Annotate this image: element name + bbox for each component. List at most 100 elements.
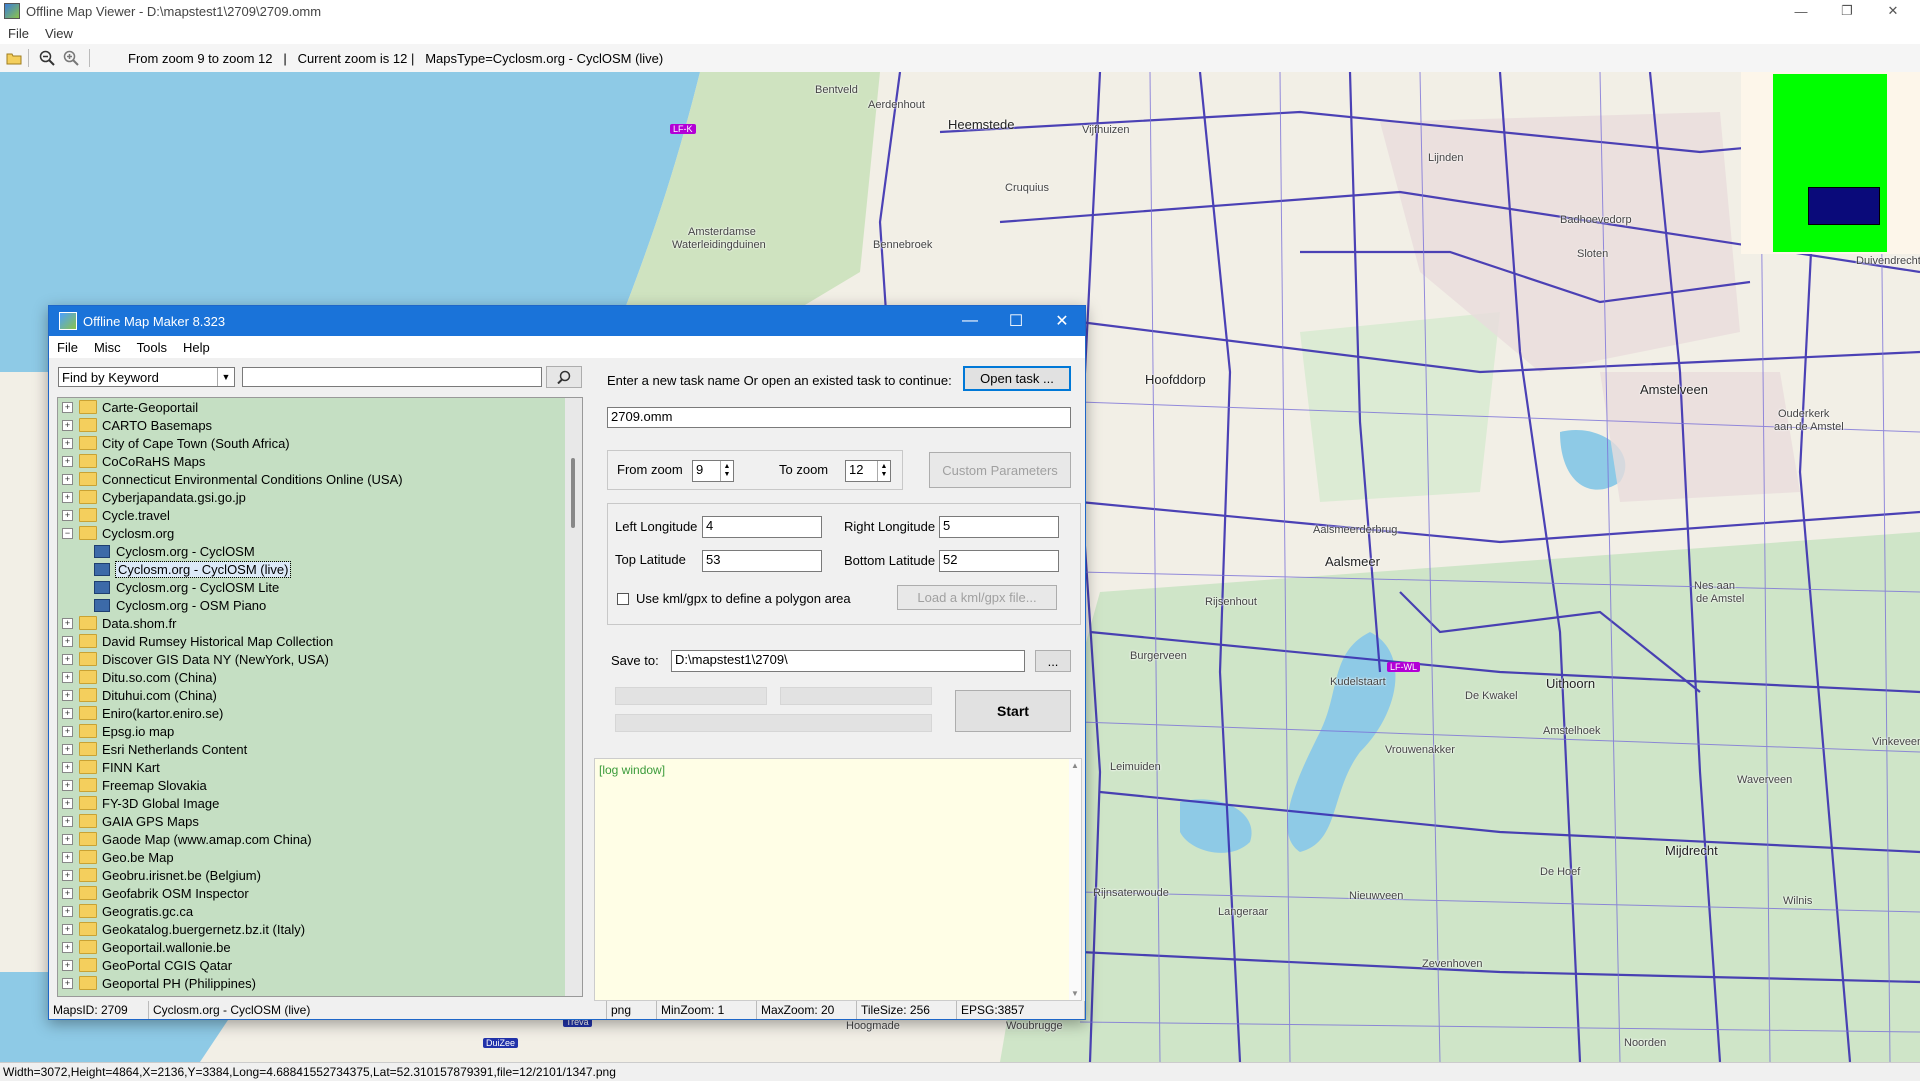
expand-icon[interactable]: +: [62, 455, 73, 467]
expand-icon[interactable]: +: [62, 815, 73, 827]
tree-scroll-thumb[interactable]: [571, 458, 575, 528]
tree-folder-item[interactable]: + Geofabrik OSM Inspector: [58, 884, 582, 902]
zoom-in-icon[interactable]: [61, 48, 81, 68]
expand-icon[interactable]: +: [62, 851, 73, 863]
top-latitude-input[interactable]: 53: [702, 550, 822, 572]
expand-icon[interactable]: +: [62, 977, 73, 989]
expand-icon[interactable]: +: [62, 923, 73, 935]
save-to-input[interactable]: D:\mapstest1\2709\: [671, 650, 1025, 672]
tree-folder-item[interactable]: + GeoPortal CGIS Qatar: [58, 956, 582, 974]
bottom-latitude-input[interactable]: 52: [939, 550, 1059, 572]
expand-icon[interactable]: +: [62, 887, 73, 899]
load-kml-button[interactable]: Load a kml/gpx file...: [897, 585, 1057, 610]
expand-icon[interactable]: +: [62, 671, 73, 683]
minimize-button[interactable]: —: [1778, 0, 1824, 22]
overview-viewport[interactable]: [1808, 187, 1880, 225]
left-longitude-input[interactable]: 4: [702, 516, 822, 538]
from-zoom-stepper[interactable]: 9 ▲ ▼: [692, 460, 734, 482]
expand-icon[interactable]: +: [62, 635, 73, 647]
tree-folder-item[interactable]: + Geogratis.gc.ca: [58, 902, 582, 920]
tree-folder-item[interactable]: + Data.shom.fr: [58, 614, 582, 632]
scroll-down-icon[interactable]: ▼: [1071, 989, 1079, 998]
right-longitude-input[interactable]: 5: [939, 516, 1059, 538]
expand-icon[interactable]: +: [62, 725, 73, 737]
tree-folder-item[interactable]: + Esri Netherlands Content: [58, 740, 582, 758]
tree-folder-item[interactable]: + CoCoRaHS Maps: [58, 452, 582, 470]
spin-arrows-icon[interactable]: ▲ ▼: [877, 461, 890, 481]
dialog-menu-file[interactable]: File: [49, 340, 86, 355]
dialog-menu-misc[interactable]: Misc: [86, 340, 129, 355]
expand-icon[interactable]: +: [62, 509, 73, 521]
tree-folder-item[interactable]: + CARTO Basemaps: [58, 416, 582, 434]
zoom-out-icon[interactable]: [37, 48, 57, 68]
overview-minimap[interactable]: [1741, 72, 1920, 254]
tree-folder-item[interactable]: + Geokatalog.buergernetz.bz.it (Italy): [58, 920, 582, 938]
expand-icon[interactable]: +: [62, 797, 73, 809]
expand-icon[interactable]: +: [62, 833, 73, 845]
task-name-input[interactable]: 2709.omm: [607, 407, 1071, 428]
tree-folder-item[interactable]: + GAIA GPS Maps: [58, 812, 582, 830]
tree-scrollbar[interactable]: [565, 398, 582, 996]
tree-folder-item[interactable]: + Freemap Slovakia: [58, 776, 582, 794]
tree-map-item[interactable]: Cyclosm.org - CyclOSM Lite: [58, 578, 582, 596]
tree-folder-item[interactable]: + FINN Kart: [58, 758, 582, 776]
expand-icon[interactable]: +: [62, 401, 73, 413]
tree-folder-item[interactable]: + Connecticut Environmental Conditions On…: [58, 470, 582, 488]
kml-polygon-checkbox[interactable]: [617, 593, 629, 605]
tree-folder-item[interactable]: − Cyclosm.org: [58, 524, 582, 542]
maximize-button[interactable]: ❐: [1824, 0, 1870, 22]
open-task-button[interactable]: Open task ...: [963, 366, 1071, 391]
log-scrollbar[interactable]: ▲ ▼: [1069, 759, 1081, 1000]
tree-folder-item[interactable]: + Carte-Geoportail: [58, 398, 582, 416]
expand-icon[interactable]: +: [62, 653, 73, 665]
expand-icon[interactable]: +: [62, 869, 73, 881]
expand-icon[interactable]: +: [62, 617, 73, 629]
dialog-close-button[interactable]: ✕: [1039, 306, 1085, 336]
open-folder-icon[interactable]: [4, 48, 24, 68]
expand-icon[interactable]: +: [62, 905, 73, 917]
expand-icon[interactable]: +: [62, 419, 73, 431]
collapse-icon[interactable]: −: [62, 527, 73, 539]
expand-icon[interactable]: +: [62, 707, 73, 719]
tree-folder-item[interactable]: + Geobru.irisnet.be (Belgium): [58, 866, 582, 884]
tree-folder-item[interactable]: + Discover GIS Data NY (NewYork, USA): [58, 650, 582, 668]
dialog-menu-help[interactable]: Help: [175, 340, 218, 355]
scroll-up-icon[interactable]: ▲: [1071, 761, 1079, 770]
spin-arrows-icon[interactable]: ▲ ▼: [720, 461, 733, 481]
tree-map-item[interactable]: Cyclosm.org - CyclOSM (live): [58, 560, 582, 578]
menu-file[interactable]: File: [0, 26, 37, 41]
expand-icon[interactable]: +: [62, 959, 73, 971]
tree-folder-item[interactable]: + Geoportal PH (Philippines): [58, 974, 582, 992]
dialog-maximize-button[interactable]: ☐: [993, 306, 1039, 336]
tree-folder-item[interactable]: + Eniro(kartor.eniro.se): [58, 704, 582, 722]
chevron-down-icon[interactable]: ▼: [217, 368, 234, 386]
tree-folder-item[interactable]: + Ditu.so.com (China): [58, 668, 582, 686]
expand-icon[interactable]: +: [62, 779, 73, 791]
custom-parameters-button[interactable]: Custom Parameters: [929, 452, 1071, 488]
expand-icon[interactable]: +: [62, 761, 73, 773]
tree-folder-item[interactable]: + Cyberjapandata.gsi.go.jp: [58, 488, 582, 506]
map-source-tree[interactable]: + Carte-Geoportail + CARTO Basemaps + City of…: [57, 397, 583, 997]
search-input[interactable]: [242, 367, 542, 387]
tree-folder-item[interactable]: + Dituhui.com (China): [58, 686, 582, 704]
log-window[interactable]: [log window] ▲ ▼: [594, 758, 1082, 1001]
tree-map-item[interactable]: Cyclosm.org - OSM Piano: [58, 596, 582, 614]
dialog-minimize-button[interactable]: —: [947, 306, 993, 336]
tree-folder-item[interactable]: + David Rumsey Historical Map Collection: [58, 632, 582, 650]
tree-folder-item[interactable]: + Epsg.io map: [58, 722, 582, 740]
tree-folder-item[interactable]: + FY-3D Global Image: [58, 794, 582, 812]
tree-map-item[interactable]: Cyclosm.org - CyclOSM: [58, 542, 582, 560]
search-mode-select[interactable]: Find by Keyword ▼: [58, 367, 235, 387]
expand-icon[interactable]: +: [62, 689, 73, 701]
tree-folder-item[interactable]: + Cycle.travel: [58, 506, 582, 524]
menu-view[interactable]: View: [37, 26, 81, 41]
search-button[interactable]: [546, 366, 582, 388]
dialog-menu-tools[interactable]: Tools: [129, 340, 175, 355]
expand-icon[interactable]: +: [62, 473, 73, 485]
expand-icon[interactable]: +: [62, 743, 73, 755]
start-button[interactable]: Start: [955, 690, 1071, 732]
tree-folder-item[interactable]: + Gaode Map (www.amap.com China): [58, 830, 582, 848]
expand-icon[interactable]: +: [62, 491, 73, 503]
close-button[interactable]: ✕: [1870, 0, 1916, 22]
tree-folder-item[interactable]: + Geo.be Map: [58, 848, 582, 866]
